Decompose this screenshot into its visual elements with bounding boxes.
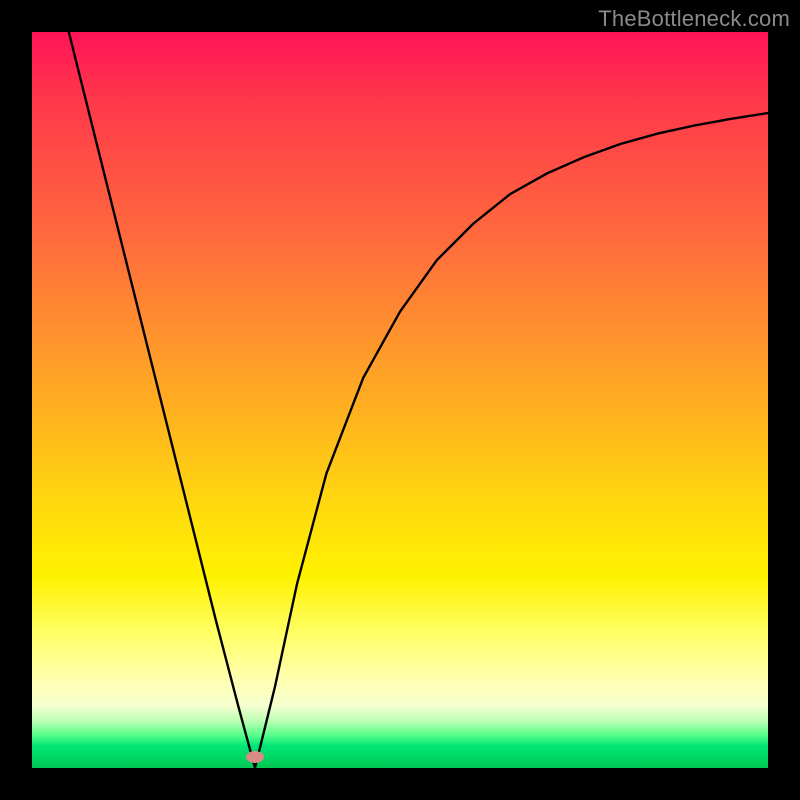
bottleneck-curve	[32, 32, 768, 768]
watermark-text: TheBottleneck.com	[598, 6, 790, 32]
plot-area	[32, 32, 768, 768]
chart-frame: TheBottleneck.com	[0, 0, 800, 800]
minimum-marker	[246, 751, 264, 763]
